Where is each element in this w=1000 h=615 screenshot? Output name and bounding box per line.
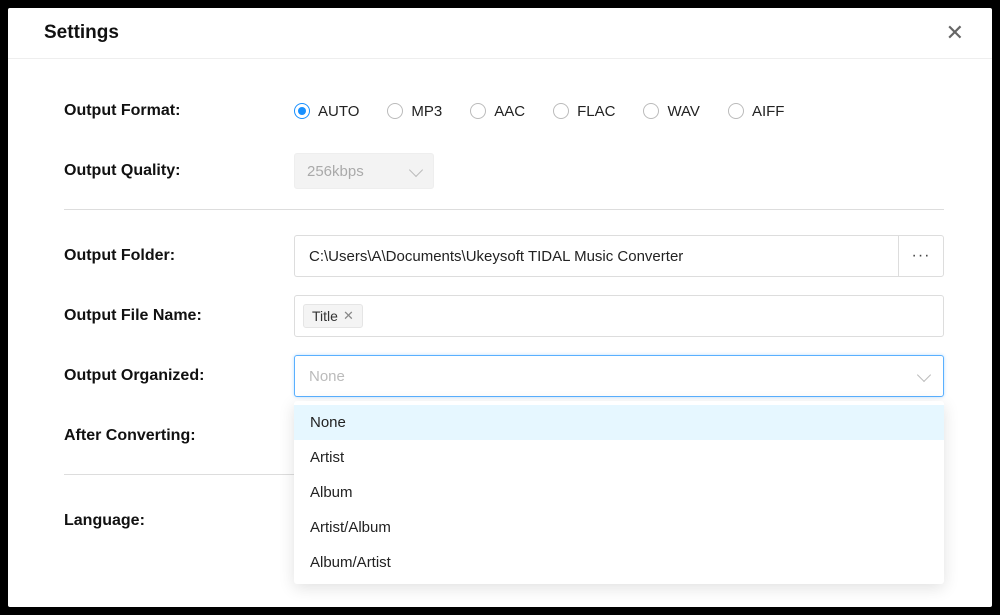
- radio-icon: [294, 103, 310, 119]
- after-converting-label: After Converting:: [64, 427, 294, 445]
- chevron-down-icon: [409, 162, 423, 176]
- modal-body: Output Format: AUTO MP3 AAC FLAC WAV AIFF Out…: [8, 59, 992, 543]
- modal-title: Settings: [44, 22, 119, 44]
- format-radio-wav[interactable]: WAV: [643, 103, 700, 120]
- language-label: Language:: [64, 512, 294, 530]
- radio-label: WAV: [667, 103, 700, 120]
- organized-placeholder: None: [309, 368, 345, 385]
- output-quality-label: Output Quality:: [64, 162, 294, 180]
- output-folder-input[interactable]: [294, 235, 898, 277]
- radio-icon: [387, 103, 403, 119]
- quality-value: 256kbps: [307, 163, 364, 180]
- radio-label: AAC: [494, 103, 525, 120]
- browse-folder-button[interactable]: ···: [898, 235, 944, 277]
- divider: [64, 209, 944, 210]
- output-quality-row: Output Quality: 256kbps: [64, 149, 944, 193]
- output-format-row: Output Format: AUTO MP3 AAC FLAC WAV AIFF: [64, 89, 944, 133]
- radio-label: AUTO: [318, 103, 359, 120]
- radio-label: FLAC: [577, 103, 615, 120]
- organized-option[interactable]: Album/Artist: [294, 545, 944, 580]
- close-icon[interactable]: ✕: [946, 22, 964, 44]
- radio-icon: [470, 103, 486, 119]
- organized-option[interactable]: Artist/Album: [294, 510, 944, 545]
- radio-icon: [553, 103, 569, 119]
- format-radio-aiff[interactable]: AIFF: [728, 103, 785, 120]
- chevron-down-icon: [917, 367, 931, 381]
- output-filename-row: Output File Name: Title ✕: [64, 294, 944, 338]
- settings-modal: Settings ✕ Output Format: AUTO MP3 AAC FLAC…: [8, 8, 992, 607]
- format-radio-group: AUTO MP3 AAC FLAC WAV AIFF: [294, 103, 944, 120]
- tag-label: Title: [312, 308, 338, 324]
- output-organized-label: Output Organized:: [64, 367, 294, 385]
- radio-label: MP3: [411, 103, 442, 120]
- output-format-label: Output Format:: [64, 102, 294, 120]
- organized-option[interactable]: None: [294, 405, 944, 440]
- organized-dropdown[interactable]: NoneArtistAlbumArtist/AlbumAlbum/Artist: [294, 401, 944, 584]
- organized-select[interactable]: None: [294, 355, 944, 397]
- output-folder-row: Output Folder: ···: [64, 234, 944, 278]
- format-radio-auto[interactable]: AUTO: [294, 103, 359, 120]
- filename-field[interactable]: Title ✕: [294, 295, 944, 337]
- format-radio-aac[interactable]: AAC: [470, 103, 525, 120]
- organized-option[interactable]: Artist: [294, 440, 944, 475]
- filename-tag-title[interactable]: Title ✕: [303, 304, 363, 328]
- radio-icon: [643, 103, 659, 119]
- modal-header: Settings ✕: [8, 8, 992, 59]
- format-radio-flac[interactable]: FLAC: [553, 103, 615, 120]
- quality-select[interactable]: 256kbps: [294, 153, 434, 189]
- radio-icon: [728, 103, 744, 119]
- format-radio-mp3[interactable]: MP3: [387, 103, 442, 120]
- output-organized-row: Output Organized: None: [64, 354, 944, 398]
- organized-option[interactable]: Album: [294, 475, 944, 510]
- remove-tag-icon[interactable]: ✕: [343, 308, 354, 324]
- output-folder-label: Output Folder:: [64, 247, 294, 265]
- radio-label: AIFF: [752, 103, 785, 120]
- output-filename-label: Output File Name:: [64, 307, 294, 325]
